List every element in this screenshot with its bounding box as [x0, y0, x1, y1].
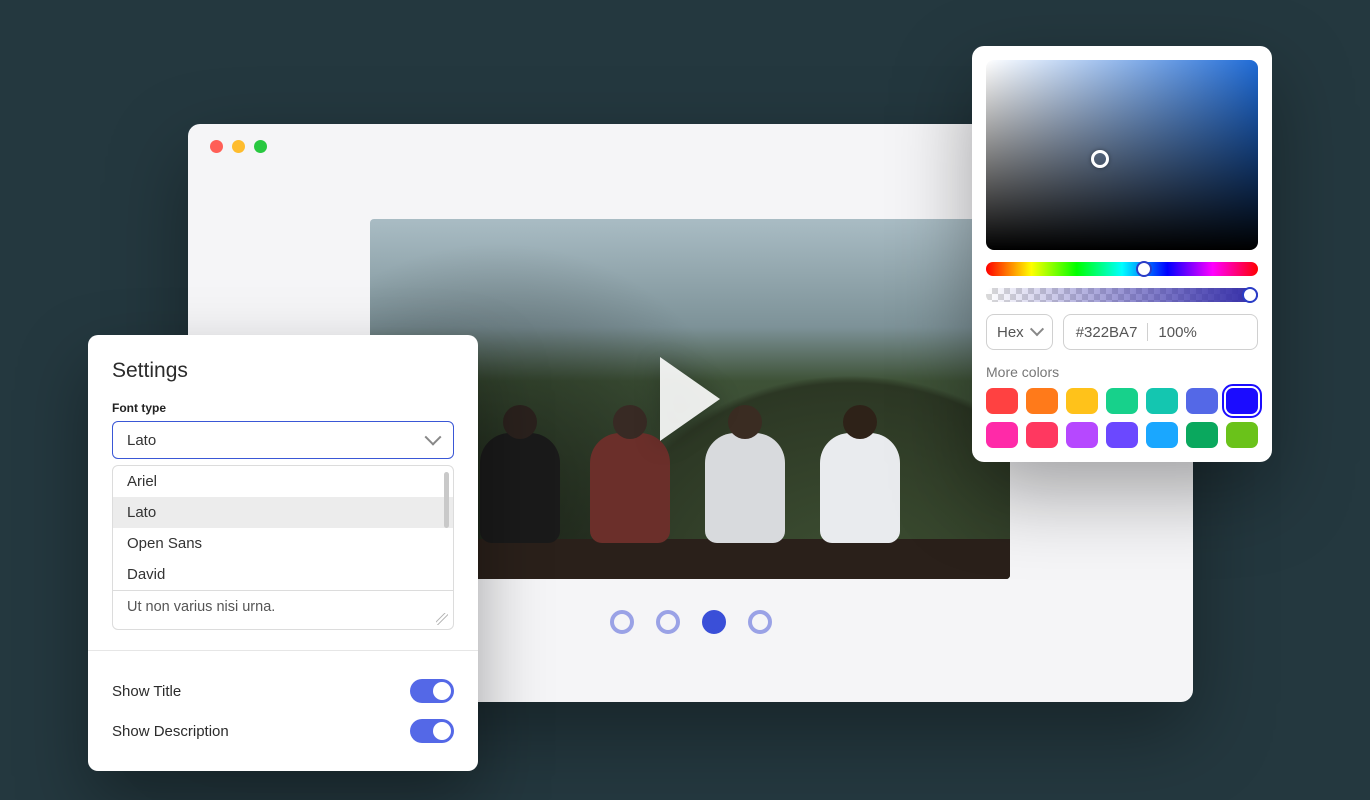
- settings-title: Settings: [112, 359, 454, 383]
- hue-slider[interactable]: [986, 262, 1258, 276]
- show-title-toggle[interactable]: [410, 679, 454, 703]
- show-description-label: Show Description: [112, 723, 229, 740]
- color-swatch[interactable]: [1066, 388, 1098, 414]
- alpha-slider[interactable]: [986, 288, 1258, 302]
- resize-handle-icon[interactable]: [436, 613, 448, 625]
- pager-dot-1[interactable]: [656, 610, 680, 634]
- font-select[interactable]: Lato: [112, 421, 454, 459]
- window-maximize-icon[interactable]: [254, 140, 267, 153]
- color-swatch[interactable]: [1026, 422, 1058, 448]
- color-swatch[interactable]: [1186, 422, 1218, 448]
- color-swatch[interactable]: [1146, 388, 1178, 414]
- font-option[interactable]: Ariel: [113, 466, 453, 497]
- color-swatches: [986, 388, 1258, 448]
- color-format-select[interactable]: Hex: [986, 314, 1053, 350]
- font-option[interactable]: Open Sans: [113, 528, 453, 559]
- pager-dot-0[interactable]: [610, 610, 634, 634]
- color-swatch[interactable]: [986, 422, 1018, 448]
- color-swatch[interactable]: [1226, 388, 1258, 414]
- color-picker-panel: Hex #322BA7 100% More colors: [972, 46, 1272, 462]
- scrollbar-thumb[interactable]: [444, 472, 449, 528]
- description-textarea[interactable]: Ut non varius nisi urna.: [113, 590, 453, 629]
- chevron-down-icon: [427, 434, 439, 446]
- window-minimize-icon[interactable]: [232, 140, 245, 153]
- show-description-row: Show Description: [112, 711, 454, 751]
- color-swatch[interactable]: [986, 388, 1018, 414]
- alpha-slider-thumb[interactable]: [1242, 287, 1258, 303]
- color-canvas-handle[interactable]: [1091, 150, 1109, 168]
- color-swatch[interactable]: [1106, 422, 1138, 448]
- divider: [88, 650, 478, 651]
- more-colors-label: More colors: [986, 364, 1258, 380]
- color-swatch[interactable]: [1066, 422, 1098, 448]
- settings-panel: Settings Font type Lato Ariel Lato Open …: [88, 335, 478, 771]
- font-type-label: Font type: [112, 401, 454, 415]
- separator: [1147, 323, 1148, 341]
- show-description-toggle[interactable]: [410, 719, 454, 743]
- play-icon[interactable]: [660, 357, 720, 441]
- color-swatch[interactable]: [1186, 388, 1218, 414]
- color-swatch[interactable]: [1026, 388, 1058, 414]
- color-value-field[interactable]: #322BA7 100%: [1063, 314, 1258, 350]
- color-opacity-value: 100%: [1158, 324, 1196, 341]
- pager-dot-3[interactable]: [748, 610, 772, 634]
- color-format-label: Hex: [997, 324, 1024, 341]
- window-close-icon[interactable]: [210, 140, 223, 153]
- show-title-label: Show Title: [112, 683, 181, 700]
- carousel-pager: [610, 610, 772, 634]
- font-option[interactable]: David: [113, 559, 453, 590]
- color-swatch[interactable]: [1146, 422, 1178, 448]
- textarea-value: Ut non varius nisi urna.: [127, 599, 275, 615]
- font-option[interactable]: Lato: [113, 497, 453, 528]
- pager-dot-2[interactable]: [702, 610, 726, 634]
- hue-slider-thumb[interactable]: [1136, 261, 1152, 277]
- color-canvas[interactable]: [986, 60, 1258, 250]
- show-title-row: Show Title: [112, 671, 454, 711]
- color-swatch[interactable]: [1226, 422, 1258, 448]
- chevron-down-icon: [1032, 327, 1042, 337]
- font-select-value: Lato: [127, 432, 156, 449]
- font-dropdown: Ariel Lato Open Sans David Ut non varius…: [112, 465, 454, 630]
- color-hex-value: #322BA7: [1076, 324, 1138, 341]
- color-swatch[interactable]: [1106, 388, 1138, 414]
